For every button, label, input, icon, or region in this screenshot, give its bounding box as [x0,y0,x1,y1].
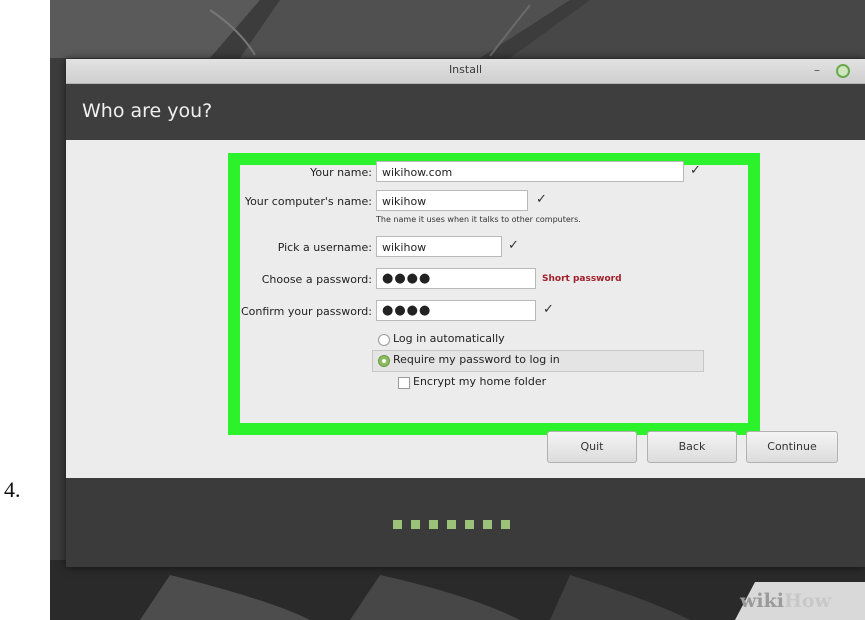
step-number: 4. [4,477,21,502]
auto-login-radio[interactable] [378,334,390,346]
progress-bar [66,478,865,567]
your-name-check-icon: ✓ [690,163,701,178]
username-check-icon: ✓ [508,238,519,253]
computer-name-label: Your computer's name: [244,195,372,208]
watermark-part2: How [783,590,831,612]
your-name-label: Your name: [310,166,372,179]
computer-name-check-icon: ✓ [536,192,547,207]
form-panel: Your name: wikihow.com ✓ Your computer's… [66,140,865,478]
progress-dot [393,520,402,529]
confirm-password-label: Confirm your password: [240,305,372,318]
progress-dot [483,520,492,529]
progress-dot [429,520,438,529]
page-header: Who are you? [66,84,865,140]
title-bar[interactable]: Install – [66,59,865,84]
page-title: Who are you? [82,100,213,122]
username-field[interactable]: wikihow [376,236,502,257]
continue-button[interactable]: Continue [746,431,838,463]
progress-dot [447,520,456,529]
progress-dot [501,520,510,529]
minimize-icon[interactable]: – [808,61,826,79]
computer-name-field[interactable]: wikihow [376,190,528,211]
window-title: Install [448,63,483,76]
confirm-password-field[interactable]: ●●●● [376,300,536,321]
back-button[interactable]: Back [647,431,737,463]
encrypt-label[interactable]: Encrypt my home folder [413,375,546,388]
encrypt-checkbox[interactable] [398,377,410,389]
watermark-part1: wiki [740,590,784,612]
password-strength: Short password [542,274,622,284]
auto-login-label[interactable]: Log in automatically [393,332,505,345]
require-password-label[interactable]: Require my password to log in [393,353,560,366]
your-name-field[interactable]: wikihow.com [376,161,684,182]
quit-button[interactable]: Quit [547,431,637,463]
username-label: Pick a username: [277,241,372,254]
progress-dot [411,520,420,529]
progress-dot [465,520,474,529]
confirm-password-check-icon: ✓ [543,302,554,317]
watermark-logo: wikiHow [740,590,831,612]
installer-window: Install – Who are you? Your name: wikiho… [66,59,865,567]
close-icon[interactable] [836,64,850,78]
password-field[interactable]: ●●●● [376,268,536,289]
password-label: Choose a password: [261,273,372,286]
computer-name-hint: The name it uses when it talks to other … [376,215,581,224]
require-password-radio[interactable] [378,355,390,367]
